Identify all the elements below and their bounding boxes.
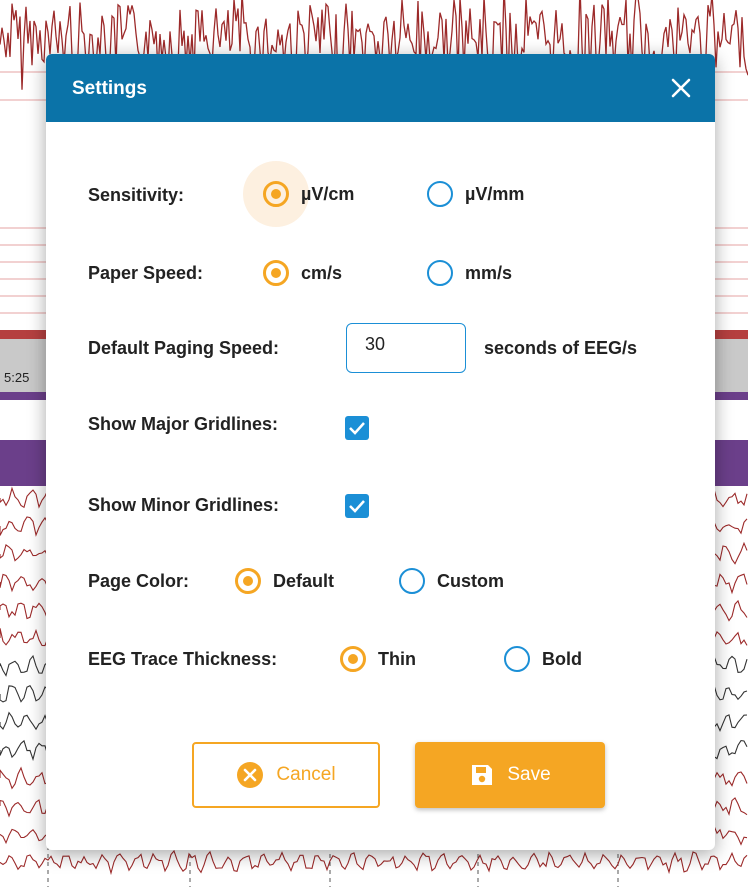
trace-thickness-option-bold[interactable]: Bold [504,646,582,672]
paper-speed-option-label: mm/s [465,262,513,283]
radio-unselected-icon[interactable] [399,568,425,594]
sensitivity-option-uv-cm[interactable]: µV/cm [263,181,354,207]
cancel-button[interactable]: Cancel [192,742,380,808]
page-color-row: Page Color: [88,561,189,601]
dialog-title: Settings [72,78,147,99]
trace-thickness-row: EEG Trace Thickness: [88,639,277,679]
paging-speed-label: Default Paging Speed: [88,337,280,358]
checkmark-icon [349,500,365,513]
radio-unselected-icon[interactable] [427,260,453,286]
dialog-header: Settings [46,54,715,122]
sensitivity-option-label: µV/mm [465,183,525,204]
trace-thickness-option-thin[interactable]: Thin [340,646,416,672]
radio-selected-icon[interactable] [340,646,366,672]
sensitivity-option-uv-mm[interactable]: µV/mm [427,181,524,207]
cancel-button-label: Cancel [276,764,336,785]
trace-thickness-label: EEG Trace Thickness: [88,648,278,669]
paging-speed-unit-row: seconds of EEG/s [484,328,637,368]
page-color-option-label: Default [273,570,335,591]
page-color-option-custom[interactable]: Custom [399,568,504,594]
close-icon[interactable] [666,73,696,103]
paging-speed-row: Default Paging Speed: [88,328,279,368]
minor-gridlines-label: Show Minor Gridlines: [88,494,280,515]
cancel-circle-icon [236,761,264,789]
floppy-disk-icon [469,762,495,788]
major-gridlines-checkbox[interactable] [345,416,369,440]
minor-gridlines-row: Show Minor Gridlines: [88,485,279,525]
page-color-option-default[interactable]: Default [235,568,334,594]
paper-speed-option-cm-s[interactable]: cm/s [263,260,342,286]
major-gridlines-label: Show Major Gridlines: [88,413,279,434]
time-label: 5:25 [4,370,30,385]
major-gridlines-row: Show Major Gridlines: [88,404,278,444]
radio-selected-icon[interactable] [263,260,289,286]
page-color-label: Page Color: [88,570,190,591]
paper-speed-option-mm-s[interactable]: mm/s [427,260,512,286]
paging-speed-input[interactable] [346,323,466,373]
settings-dialog: Settings Sensitivity: µV/cm µV/mm Paper … [46,54,715,850]
paper-speed-row: Paper Speed: [88,253,203,293]
paper-speed-option-label: cm/s [301,262,343,283]
radio-selected-icon[interactable] [263,181,289,207]
sensitivity-row: Sensitivity: [88,175,184,215]
paging-speed-unit: seconds of EEG/s [484,337,638,358]
trace-thickness-option-label: Bold [542,648,582,669]
page-color-option-label: Custom [437,570,504,591]
radio-selected-icon[interactable] [235,568,261,594]
trace-thickness-option-label: Thin [378,648,416,669]
eeg-channel-trace [0,849,748,876]
radio-unselected-icon[interactable] [427,181,453,207]
radio-unselected-icon[interactable] [504,646,530,672]
save-button-label: Save [507,764,551,785]
paper-speed-label: Paper Speed: [88,262,204,283]
sensitivity-option-label: µV/cm [301,183,355,204]
sensitivity-label: Sensitivity: [88,184,185,205]
minor-gridlines-checkbox[interactable] [345,494,369,518]
save-button[interactable]: Save [415,742,605,808]
checkmark-icon [349,422,365,435]
